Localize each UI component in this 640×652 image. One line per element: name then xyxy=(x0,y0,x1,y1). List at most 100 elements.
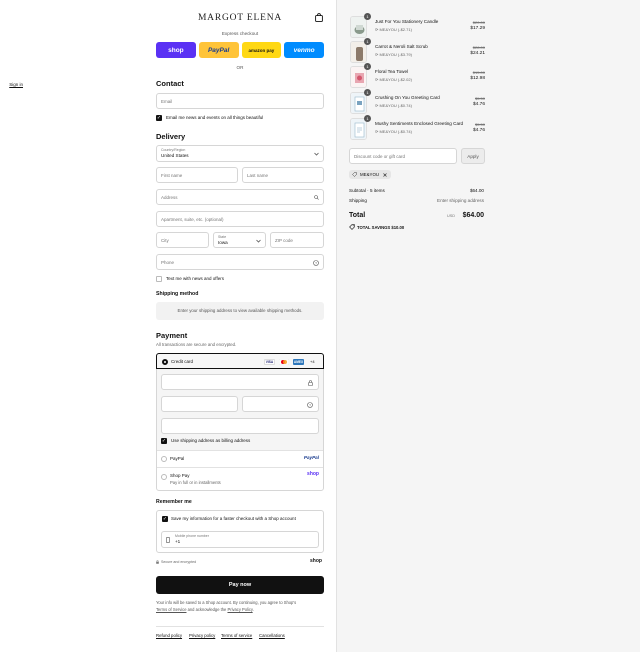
address-placeholder: Address xyxy=(161,195,178,200)
expiration-field[interactable] xyxy=(161,396,238,412)
currency-label: USD xyxy=(446,214,455,218)
cancellations-link[interactable]: Cancellations xyxy=(259,633,285,638)
venmo-button[interactable]: venmo xyxy=(284,42,324,58)
item-discount: ⟳ ME&YOU (-$2.02) xyxy=(375,77,412,82)
item-name: Crushing On You Greeting Card xyxy=(375,95,440,100)
legal-line: Your info will be saved to a Shop accoun… xyxy=(156,600,297,605)
shop-privacy-link[interactable]: Privacy Policy xyxy=(227,607,252,612)
save-info-label: Save my information for a faster checkou… xyxy=(171,516,296,521)
country-select[interactable]: Country/Region United States xyxy=(156,145,324,162)
checkout-form-column: MARGOT ELENA Express checkout shop PayPa… xyxy=(0,0,337,652)
phone-field[interactable]: Phone ? xyxy=(156,254,324,270)
shop-pay-option[interactable]: Shop Pay Pay in full or in installments … xyxy=(157,467,323,490)
shop-pay-button[interactable]: shop xyxy=(156,42,196,58)
item-name: Carrot & Neroli Salt Scrub xyxy=(375,44,428,49)
applied-discount-tag: ME&YOU xyxy=(349,170,391,179)
paypal-radio[interactable] xyxy=(161,456,167,462)
amazon-pay-button[interactable]: amazon pay xyxy=(241,42,282,58)
paypal-option[interactable]: PayPal PayPal xyxy=(157,450,323,467)
chevron-down-icon xyxy=(256,239,261,243)
city-placeholder: City xyxy=(161,238,169,243)
news-checkbox-label: Email me news and events on all things b… xyxy=(166,115,264,120)
apartment-placeholder: Apartment, suite, etc. (optional) xyxy=(161,217,224,222)
savings-tag-icon xyxy=(349,224,355,230)
credit-card-option[interactable]: Credit card VISA AMEX +4 xyxy=(156,353,324,369)
first-name-field[interactable]: First name xyxy=(156,167,238,183)
mobile-phone-field[interactable]: Mobile phone number +1 xyxy=(161,531,319,548)
quantity-badge: 1 xyxy=(364,63,371,70)
brand-logo[interactable]: MARGOT ELENA xyxy=(156,13,324,23)
shop-pay-radio[interactable] xyxy=(161,474,167,480)
card-number-field[interactable] xyxy=(161,374,319,390)
quantity-badge: 1 xyxy=(364,13,371,20)
help-icon[interactable]: ? xyxy=(307,402,313,408)
total-savings-value: $10.00 xyxy=(391,225,405,230)
discount-code-placeholder: Discount code or gift card xyxy=(354,154,406,159)
zip-placeholder: ZIP code xyxy=(275,238,293,243)
terms-of-service-link[interactable]: Terms of service xyxy=(221,633,252,638)
visa-icon: VISA xyxy=(264,359,275,365)
item-discount: ⟳ ME&YOU (-$3.79) xyxy=(375,52,412,57)
express-checkout-label: Express checkout xyxy=(221,31,259,36)
or-divider: OR xyxy=(236,65,244,70)
tag-icon xyxy=(352,172,357,177)
save-info-checkbox[interactable]: ✓ xyxy=(162,516,168,522)
state-select[interactable]: State Iowa xyxy=(213,232,266,248)
cart-item: 1 Carrot & Neroli Salt Scrub ⟳ ME&YOU (-… xyxy=(350,38,485,63)
item-discount-text: ME&YOU (-$2.71) xyxy=(379,27,412,32)
legal-and: and acknowledge the xyxy=(187,607,227,612)
shipping-label: Shipping xyxy=(349,198,367,203)
shop-logo: shop xyxy=(310,558,322,564)
news-checkbox[interactable]: ✓ xyxy=(156,115,162,121)
item-discount: ⟳ ME&YOU (-$0.74) xyxy=(375,129,412,134)
refund-policy-link[interactable]: Refund policy xyxy=(156,633,182,638)
paypal-button[interactable]: PayPal xyxy=(198,42,239,58)
paypal-logo: PayPal xyxy=(303,455,319,460)
quantity-badge: 1 xyxy=(364,115,371,122)
chevron-down-icon xyxy=(314,152,319,156)
country-label: Country/Region xyxy=(161,148,186,152)
subtotal-label: Subtotal · 5 items xyxy=(349,188,385,193)
text-me-checkbox[interactable] xyxy=(156,276,162,282)
apply-button[interactable]: Apply xyxy=(461,148,485,164)
pay-now-button[interactable]: Pay now xyxy=(156,576,324,594)
phone-placeholder: Phone xyxy=(161,260,175,265)
apartment-field[interactable]: Apartment, suite, etc. (optional) xyxy=(156,211,324,227)
item-discount: ⟳ ME&YOU (-$0.74) xyxy=(375,103,412,108)
security-code-field[interactable]: ? xyxy=(242,396,319,412)
close-icon[interactable] xyxy=(383,172,387,177)
billing-same-checkbox[interactable]: ✓ xyxy=(161,438,167,444)
privacy-policy-link[interactable]: Privacy policy xyxy=(189,633,215,638)
state-label: State xyxy=(218,235,227,239)
cart-item: 1 Crushing On You Greeting Card ⟳ ME&YOU… xyxy=(350,89,485,114)
mobile-phone-icon xyxy=(166,537,170,543)
subtotal-value: $64.00 xyxy=(469,188,484,193)
credit-card-radio[interactable] xyxy=(162,359,168,365)
quantity-badge: 1 xyxy=(364,38,371,45)
item-discount: ⟳ ME&YOU (-$2.71) xyxy=(375,27,412,32)
help-icon[interactable]: ? xyxy=(313,260,319,266)
shipping-method-message: Enter your shipping address to view avai… xyxy=(177,308,303,313)
item-price: $12.98 xyxy=(470,76,485,81)
country-value: United States xyxy=(161,153,189,158)
discount-code-field[interactable]: Discount code or gift card xyxy=(349,148,457,164)
footer-divider xyxy=(156,626,324,627)
payment-heading: Payment xyxy=(156,331,188,340)
search-icon xyxy=(314,195,319,200)
email-field[interactable]: Email xyxy=(156,93,324,109)
shopping-bag-icon[interactable] xyxy=(315,13,323,22)
item-name: Floral Tea Towel xyxy=(375,69,409,74)
secure-encrypted-label: Secure and encrypted xyxy=(161,560,197,564)
shop-terms-link[interactable]: Terms of Service xyxy=(156,607,186,612)
mobile-phone-value: +1 xyxy=(175,539,181,544)
address-field[interactable]: Address xyxy=(156,189,324,205)
shop-pay-logo: shop xyxy=(307,471,319,477)
item-discount-text: ME&YOU (-$0.74) xyxy=(379,103,412,108)
last-name-field[interactable]: Last name xyxy=(242,167,324,183)
item-original-price: $5.50 xyxy=(474,122,485,127)
zip-field[interactable]: ZIP code xyxy=(270,232,324,248)
sign-in-link[interactable]: Sign in xyxy=(9,82,23,87)
applied-code: ME&YOU xyxy=(360,172,380,177)
name-on-card-field[interactable] xyxy=(161,418,319,434)
city-field[interactable]: City xyxy=(156,232,209,248)
